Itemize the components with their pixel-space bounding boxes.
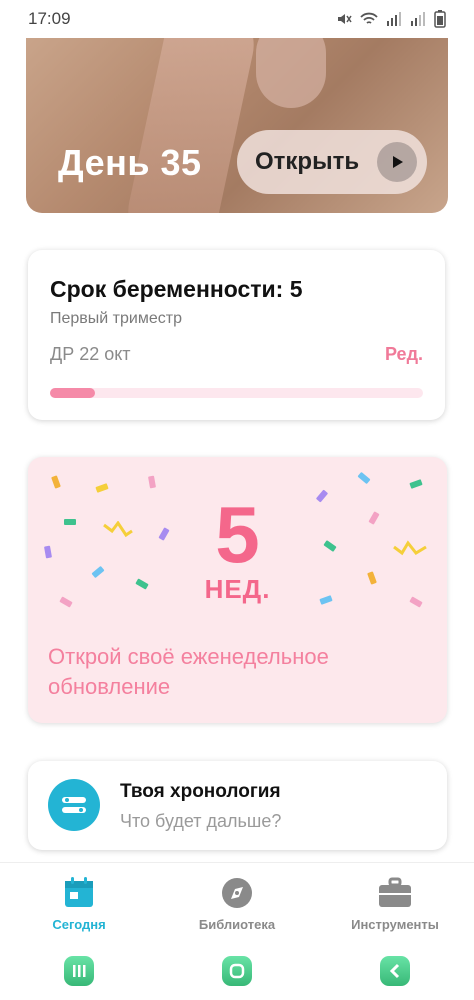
confetti [148,475,156,489]
week-number: 5 [215,490,260,579]
signal-icon-2 [411,12,425,26]
pregnancy-week-title: Срок беременности: 5 [50,276,303,302]
mute-icon [338,14,352,24]
timeline-title: Твоя хронология [120,781,281,802]
home-icon [229,963,245,979]
back-icon [389,963,400,979]
signal-icon [387,12,401,26]
pregnancy-card[interactable]: Срок беременности: 5 Первый триместр ДР … [28,250,445,420]
status-bar: 17:09 [0,0,474,38]
open-button[interactable]: Открыть [237,130,427,194]
nav-library-label: Библиотека [198,917,276,932]
system-nav-bar [0,942,474,1000]
nav-tools-label: Инструменты [351,917,439,932]
hero-image [119,38,263,213]
compass-icon [222,878,252,908]
recent-apps-icon [73,965,86,977]
edit-button[interactable]: Ред. [385,344,423,365]
bottom-nav: Сегодня Библиотека Инструменты [0,862,474,943]
weekly-update-cta: Открой своё еженедельное обновление [48,644,329,699]
pregnancy-progress-bar [50,388,423,398]
status-time: 17:09 [28,9,71,28]
confetti [409,479,423,489]
home-button[interactable] [222,956,252,986]
weekly-update-card[interactable]: 5 НЕД. Открой своё еженедельное обновлен… [28,457,447,723]
confetti [357,471,371,485]
trimester-label: Первый триместр [50,310,182,327]
hero-image-detail [256,38,326,108]
toolbox-icon [379,877,411,907]
status-icons [336,10,446,28]
battery-icon [434,10,446,28]
play-icon [377,142,417,182]
timeline-subtitle: Что будет дальше? [120,811,282,831]
day-label: День 35 [58,142,202,183]
back-button[interactable] [380,956,410,986]
daily-video-card[interactable]: День 35 Открыть [26,38,448,213]
recent-apps-button[interactable] [64,956,94,986]
due-date: ДР 22 окт [50,344,131,364]
nav-today-label: Сегодня [52,917,106,932]
timeline-icon [48,779,100,831]
confetti [51,475,61,489]
calendar-icon [65,877,93,907]
nav-tools[interactable]: Инструменты [316,863,474,943]
nav-library[interactable]: Библиотека [158,863,316,943]
wifi-icon [360,12,378,24]
timeline-card[interactable]: Твоя хронология Что будет дальше? [28,761,447,850]
confetti [95,483,109,493]
nav-today[interactable]: Сегодня [0,863,158,943]
week-unit: НЕД. [204,574,271,604]
open-button-label: Открыть [255,148,360,175]
pregnancy-progress-fill [50,388,95,398]
